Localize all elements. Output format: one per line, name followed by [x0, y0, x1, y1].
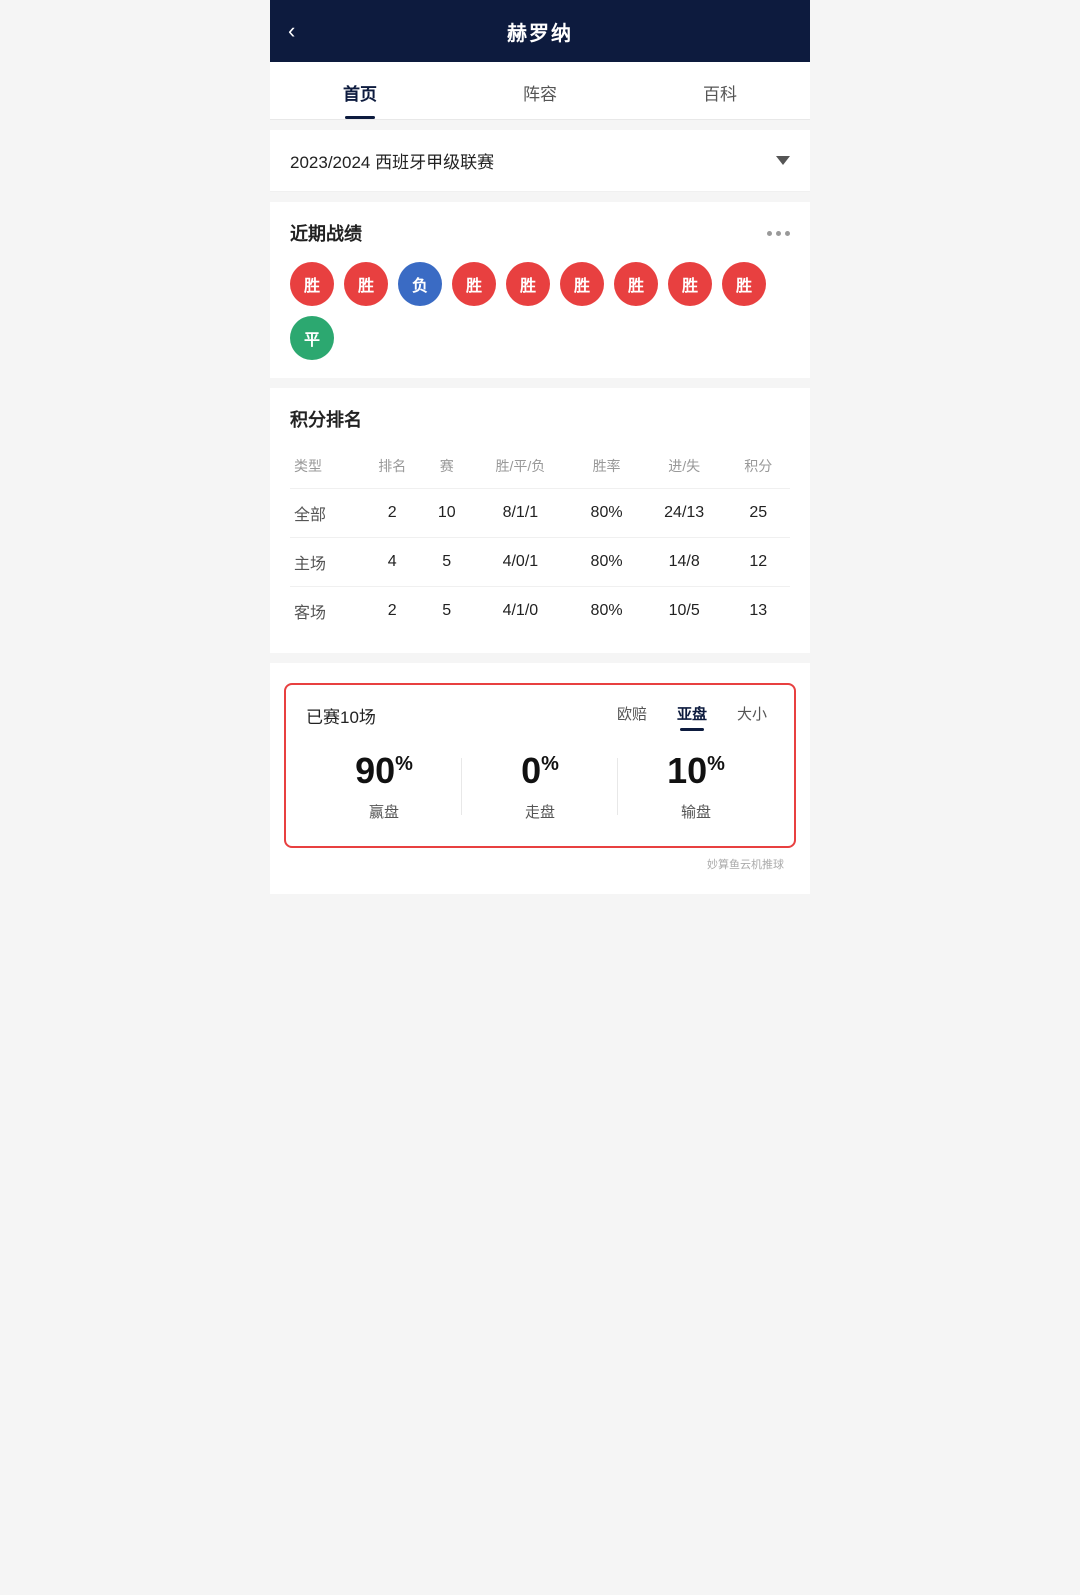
handicap-stat: 10% 输盘: [618, 751, 774, 822]
result-badge: 胜: [290, 262, 334, 306]
divider-3: [270, 378, 810, 388]
standings-cell: 25: [727, 489, 790, 538]
results-row: 胜胜负胜胜胜胜胜胜平: [290, 262, 790, 360]
header: ‹ 赫罗纳: [270, 0, 810, 62]
dot-3: [785, 231, 790, 236]
standings-col-header: 积分: [727, 450, 790, 489]
stat-label: 输盘: [618, 801, 774, 822]
recent-results-title: 近期战绩: [290, 220, 362, 246]
handicap-section: 已赛10场 欧赔亚盘大小 90% 赢盘0% 走盘10% 输盘: [284, 683, 796, 848]
divider-1: [270, 120, 810, 130]
standings-cell: 4/0/1: [469, 538, 571, 587]
standings-cell: 2: [361, 587, 424, 636]
standings-title: 积分排名: [290, 406, 790, 432]
tab-lineup[interactable]: 阵容: [450, 62, 630, 119]
stat-percent-value: 0%: [462, 751, 618, 791]
standings-cell: 10: [424, 489, 469, 538]
dropdown-arrow-icon: [776, 156, 790, 165]
standings-cell: 80%: [571, 538, 642, 587]
standings-cell: 客场: [290, 587, 361, 636]
divider-2: [270, 192, 810, 202]
standings-cell: 2: [361, 489, 424, 538]
tab-home[interactable]: 首页: [270, 62, 450, 119]
standings-col-header: 排名: [361, 450, 424, 489]
standings-cell: 8/1/1: [469, 489, 571, 538]
standings-cell: 5: [424, 587, 469, 636]
handicap-columns: 欧赔亚盘大小: [610, 703, 774, 731]
result-badge: 胜: [452, 262, 496, 306]
standings-cell: 4: [361, 538, 424, 587]
result-badge: 胜: [506, 262, 550, 306]
standings-col-header: 类型: [290, 450, 361, 489]
result-badge: 胜: [560, 262, 604, 306]
recent-results-header: 近期战绩: [290, 220, 790, 246]
divider-4: [270, 653, 810, 663]
standings-table: 类型排名赛胜/平/负胜率进/失积分 全部2108/1/180%24/1325主场…: [290, 450, 790, 635]
standings-cell: 全部: [290, 489, 361, 538]
dot-2: [776, 231, 781, 236]
percent-sign: %: [541, 753, 559, 775]
watermark: 妙算鱼云机推球: [284, 848, 796, 880]
result-badge: 胜: [344, 262, 388, 306]
recent-results-section: 近期战绩 胜胜负胜胜胜胜胜胜平: [270, 202, 810, 378]
standings-cell: 14/8: [642, 538, 727, 587]
handicap-col-tab[interactable]: 亚盘: [670, 703, 714, 731]
standings-cell: 12: [727, 538, 790, 587]
handicap-title: 已赛10场: [306, 703, 376, 728]
result-badge: 平: [290, 316, 334, 360]
tab-wiki[interactable]: 百科: [630, 62, 810, 119]
standings-cell: 10/5: [642, 587, 727, 636]
page-title: 赫罗纳: [507, 17, 573, 46]
standings-cell: 主场: [290, 538, 361, 587]
percent-sign: %: [395, 753, 413, 775]
standings-col-header: 胜/平/负: [469, 450, 571, 489]
season-text: 2023/2024 西班牙甲级联赛: [290, 148, 494, 173]
stat-label: 走盘: [462, 801, 618, 822]
dot-1: [767, 231, 772, 236]
result-badge: 胜: [614, 262, 658, 306]
handicap-col-label: 大小: [730, 703, 774, 724]
season-selector[interactable]: 2023/2024 西班牙甲级联赛: [270, 130, 810, 192]
result-badge: 胜: [722, 262, 766, 306]
handicap-col-label: 亚盘: [670, 703, 714, 724]
handicap-header: 已赛10场 欧赔亚盘大小: [306, 703, 774, 731]
standings-section: 积分排名 类型排名赛胜/平/负胜率进/失积分 全部2108/1/180%24/1…: [270, 388, 810, 653]
standings-cell: 24/13: [642, 489, 727, 538]
handicap-stat: 90% 赢盘: [306, 751, 462, 822]
handicap-stat: 0% 走盘: [462, 751, 618, 822]
result-badge: 胜: [668, 262, 712, 306]
standings-cell: 4/1/0: [469, 587, 571, 636]
standings-cell: 13: [727, 587, 790, 636]
more-options-button[interactable]: [767, 231, 790, 236]
handicap-stats: 90% 赢盘0% 走盘10% 输盘: [306, 751, 774, 822]
handicap-col-tab[interactable]: 欧赔: [610, 703, 654, 731]
tabs-bar: 首页 阵容 百科: [270, 62, 810, 120]
percent-sign: %: [707, 753, 725, 775]
handicap-col-label: 欧赔: [610, 703, 654, 724]
standings-row: 全部2108/1/180%24/1325: [290, 489, 790, 538]
standings-row: 主场454/0/180%14/812: [290, 538, 790, 587]
handicap-col-tab[interactable]: 大小: [730, 703, 774, 731]
back-button[interactable]: ‹: [288, 18, 295, 44]
stat-percent-value: 90%: [306, 751, 462, 791]
standings-col-header: 进/失: [642, 450, 727, 489]
standings-col-header: 胜率: [571, 450, 642, 489]
standings-row: 客场254/1/080%10/513: [290, 587, 790, 636]
standings-col-header: 赛: [424, 450, 469, 489]
standings-cell: 80%: [571, 489, 642, 538]
result-badge: 负: [398, 262, 442, 306]
stat-percent-value: 10%: [618, 751, 774, 791]
standings-cell: 80%: [571, 587, 642, 636]
stat-label: 赢盘: [306, 801, 462, 822]
standings-cell: 5: [424, 538, 469, 587]
active-tab-underline: [680, 728, 704, 731]
